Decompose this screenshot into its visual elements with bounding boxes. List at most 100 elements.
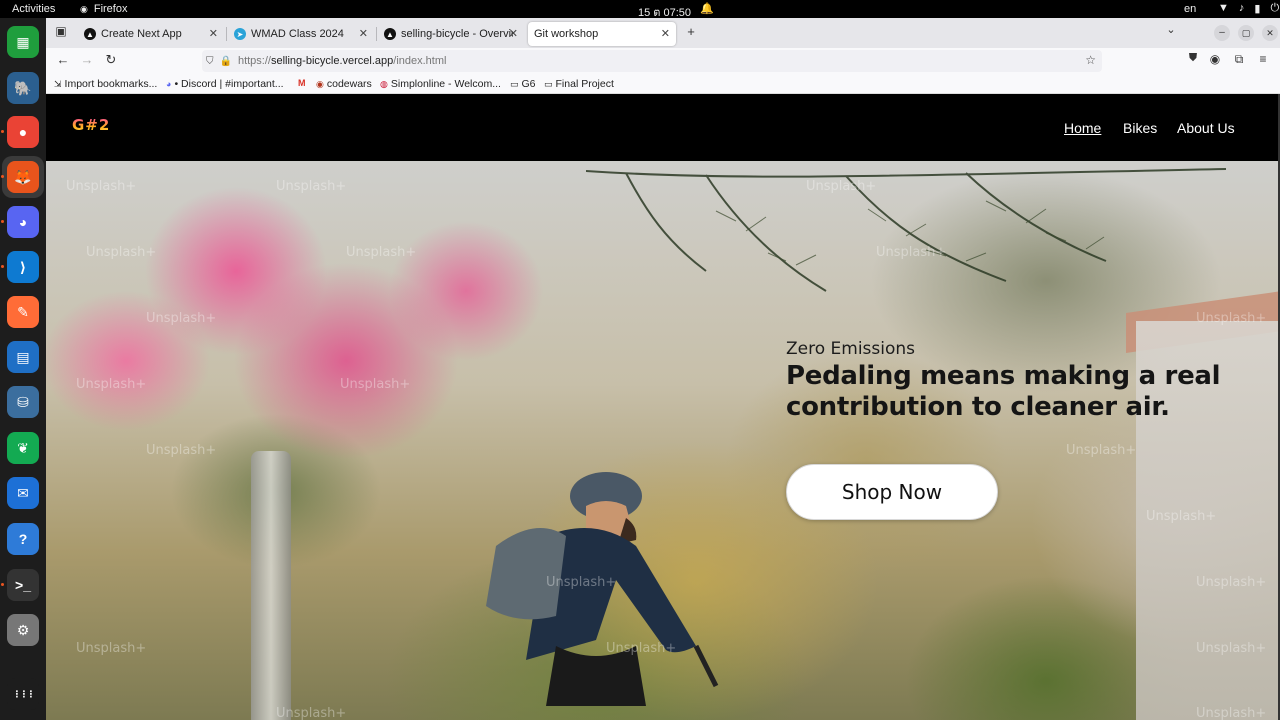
shop-now-button[interactable]: Shop Now — [786, 464, 998, 520]
bookmark-codewars[interactable]: ◉ codewars — [316, 78, 372, 90]
list-all-tabs-icon[interactable]: ⌄ — [1162, 23, 1180, 36]
thunderbird-icon[interactable]: ✉ — [7, 477, 39, 509]
help-icon[interactable]: ? — [7, 523, 39, 555]
navigation-toolbar: ← → ↻ ⛉ 🔒 https:// selling-bicycle.verce… — [46, 48, 1280, 74]
maximize-window-icon[interactable]: ▢ — [1238, 25, 1254, 41]
close-tab-icon[interactable]: ✕ — [209, 27, 218, 40]
activities-button[interactable]: Activities — [12, 3, 55, 15]
watermark: Unsplash+ — [606, 641, 677, 656]
bookmarks-toolbar: ⇲ Import bookmarks... ◕ • Discord | #impor… — [46, 74, 1280, 94]
chrome-icon[interactable]: ● — [7, 116, 39, 148]
hero-kicker: Zero Emissions — [786, 339, 916, 359]
gmail-icon: M — [298, 78, 306, 88]
system-menu[interactable]: ▼ ♪ ▮ ⏻ — [1218, 2, 1279, 15]
watermark: Unsplash+ — [86, 245, 157, 260]
site-logo[interactable]: G#2 — [72, 116, 110, 134]
pocket-icon[interactable]: ⛊ — [1184, 52, 1202, 65]
cyclist-graphic — [486, 472, 719, 706]
url-scheme: https:// — [237, 55, 271, 67]
codewars-icon: ◉ — [316, 78, 324, 89]
minimize-window-icon[interactable]: – — [1214, 25, 1230, 41]
libreoffice-calc-icon[interactable]: ▦ — [7, 26, 39, 58]
tab-selling-bicycle[interactable]: ▲ selling-bicycle - Overview ✕ — [378, 22, 524, 46]
running-indicator — [1, 175, 4, 178]
bookmark-label: Simplonline - Welcom... — [390, 78, 501, 90]
account-icon[interactable]: ◉ — [1206, 52, 1224, 66]
firefox-view-icon[interactable]: ▣ — [52, 24, 70, 38]
tracking-protection-icon[interactable]: ⛉ — [206, 56, 214, 67]
watermark: Unsplash+ — [1196, 706, 1267, 720]
watermark: Unsplash+ — [146, 443, 217, 458]
tab-label: Git workshop — [534, 28, 599, 40]
show-apps-icon[interactable]: ⋮⋮⋮ — [7, 678, 39, 710]
running-indicator — [1, 265, 4, 268]
bookmark-gmail[interactable]: M — [298, 78, 306, 88]
close-window-icon[interactable]: ✕ — [1262, 25, 1278, 41]
watermark: Unsplash+ — [340, 377, 411, 392]
tab-bar: ▣ ▲ Create Next App ✕ ➤ WMAD Class 2024 … — [46, 18, 1280, 48]
input-language[interactable]: en — [1184, 3, 1196, 15]
bookmark-import[interactable]: ⇲ Import bookmarks... — [54, 78, 157, 90]
watermark: Unsplash+ — [1196, 311, 1267, 326]
bookmark-label: G6 — [521, 78, 536, 90]
extensions-icon[interactable]: ⧉ — [1230, 52, 1248, 67]
discord-icon[interactable]: ◕ — [7, 206, 39, 238]
close-tab-icon[interactable]: ✕ — [359, 27, 368, 40]
url-path: /index.html — [393, 55, 447, 67]
bookmark-folder-final-project[interactable]: ▭ Final Project — [544, 78, 614, 90]
tab-git-workshop[interactable]: Git workshop ✕ — [528, 22, 676, 46]
import-icon: ⇲ — [54, 78, 62, 89]
close-tab-icon[interactable]: ✕ — [509, 27, 518, 40]
wifi-icon: ▼ — [1218, 2, 1229, 14]
running-indicator — [1, 220, 4, 223]
bookmark-label: codewars — [326, 78, 372, 90]
power-icon: ⏻ — [1270, 2, 1280, 14]
app-menu[interactable]: ◉ Firefox — [80, 3, 127, 15]
web-page: G#2 Home Bikes About Us Unsplash+ Unspla… — [46, 94, 1280, 720]
mysql-workbench-icon[interactable]: ⛁ — [7, 386, 39, 418]
system-top-bar: Activities ◉ Firefox 15 ต 07:50 🔔 en ▼ ♪… — [0, 0, 1280, 19]
new-tab-icon[interactable]: + — [682, 24, 700, 39]
mongodb-compass-icon[interactable]: ❦ — [7, 432, 39, 464]
lock-icon[interactable]: 🔒 — [220, 56, 232, 67]
tab-label: selling-bicycle - Overview — [401, 28, 513, 40]
tab-wmad-class[interactable]: ➤ WMAD Class 2024 ✕ — [228, 22, 374, 46]
vercel-favicon-icon: ▲ — [84, 28, 96, 40]
simplonline-icon: ◍ — [380, 78, 388, 89]
tab-create-next-app[interactable]: ▲ Create Next App ✕ — [78, 22, 224, 46]
watermark: Unsplash+ — [276, 179, 347, 194]
vercel-favicon-icon: ▲ — [384, 28, 396, 40]
watermark: Unsplash+ — [1146, 509, 1217, 524]
bookmark-discord[interactable]: ◕ • Discord | #important... — [166, 78, 284, 90]
tree-trunk-shape — [251, 451, 291, 720]
close-tab-icon[interactable]: ✕ — [661, 27, 670, 40]
pgadmin-icon[interactable]: 🐘 — [7, 72, 39, 104]
running-indicator — [1, 130, 4, 133]
nav-about-link[interactable]: About Us — [1177, 120, 1235, 136]
bookmark-star-icon[interactable]: ☆ — [1085, 53, 1096, 67]
libreoffice-writer-icon[interactable]: ▤ — [7, 341, 39, 373]
notification-bell-icon: 🔔 — [700, 3, 714, 15]
bookmark-folder-g6[interactable]: ▭ G6 — [510, 78, 536, 90]
firefox-icon[interactable]: 🦊 — [7, 161, 39, 193]
vscode-icon[interactable]: ⟩ — [7, 251, 39, 283]
watermark: Unsplash+ — [806, 179, 877, 194]
forward-arrow-icon[interactable]: → — [78, 52, 96, 67]
back-arrow-icon[interactable]: ← — [54, 52, 72, 67]
terminal-icon[interactable]: >_ — [7, 569, 39, 601]
hero-title-line: Pedaling means making a real — [786, 361, 1221, 391]
folder-icon: ▭ — [544, 78, 553, 89]
hero-title: Pedaling means making a real contributio… — [786, 361, 1226, 423]
app-menu-icon[interactable]: ≡ — [1254, 52, 1272, 66]
nav-bikes-link[interactable]: Bikes — [1123, 120, 1157, 136]
postman-icon[interactable]: ✎ — [7, 296, 39, 328]
app-name-label: Firefox — [93, 3, 128, 15]
watermark: Unsplash+ — [1196, 575, 1267, 590]
url-bar[interactable]: ⛉ 🔒 https:// selling-bicycle.vercel.app … — [202, 50, 1102, 72]
watermark: Unsplash+ — [76, 641, 147, 656]
volume-icon: ♪ — [1238, 2, 1245, 14]
nav-home-link[interactable]: Home — [1064, 120, 1101, 136]
reload-icon[interactable]: ↻ — [102, 52, 120, 68]
bookmark-simplonline[interactable]: ◍ Simplonline - Welcom... — [380, 78, 501, 90]
settings-icon[interactable]: ⚙ — [7, 614, 39, 646]
